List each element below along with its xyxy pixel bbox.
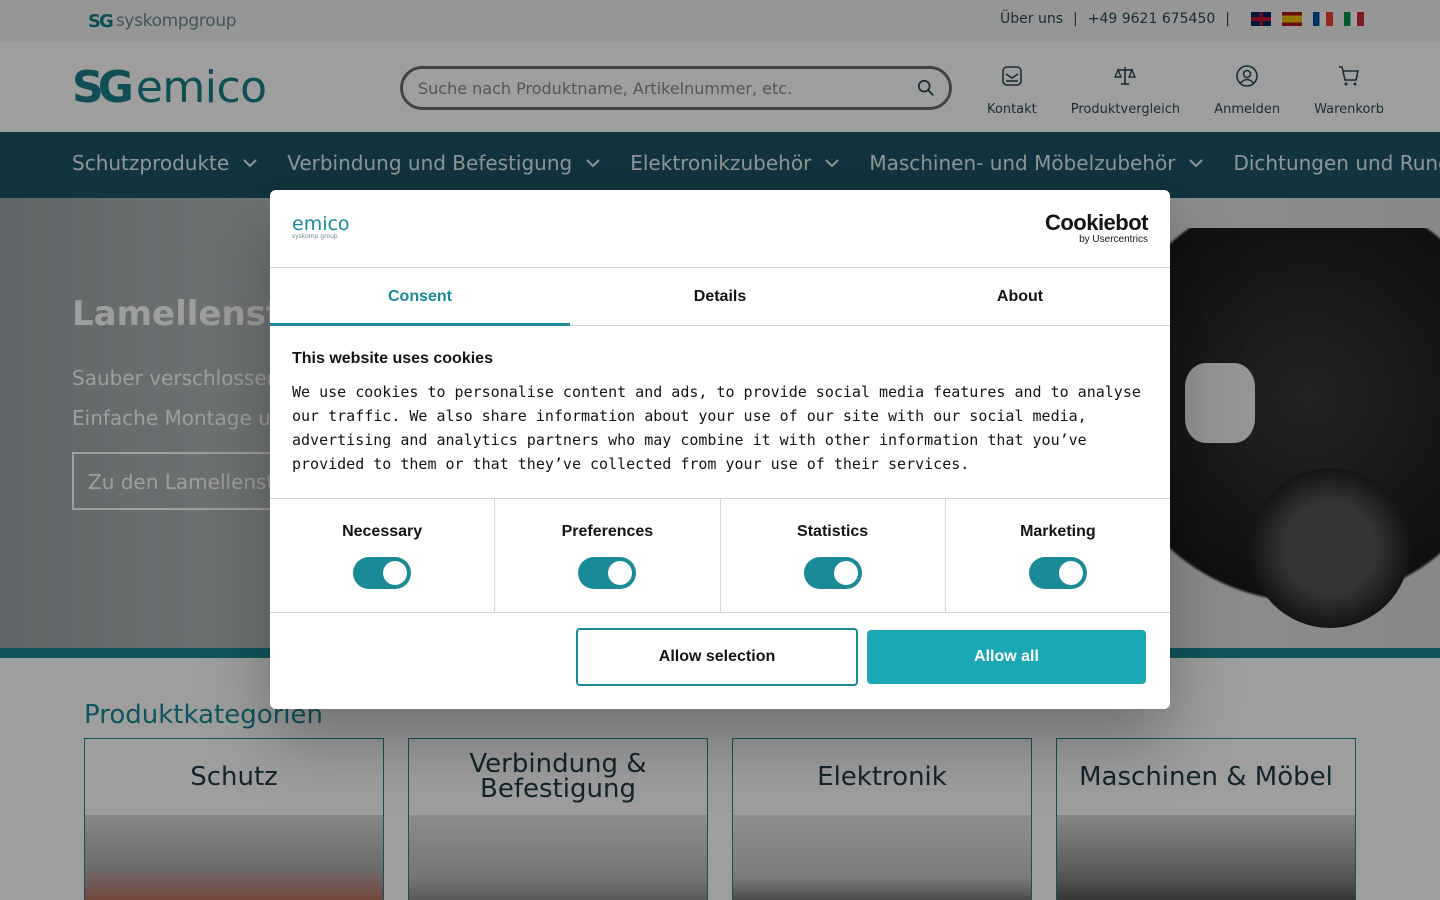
preferences-toggle[interactable]: [578, 557, 637, 589]
toggle-cell-preferences: Preferences: [495, 499, 721, 612]
marketing-toggle[interactable]: [1028, 557, 1087, 589]
toggle-cell-statistics: Statistics: [721, 499, 946, 612]
toggle-knob: [1058, 561, 1083, 585]
toggle-knob: [833, 561, 858, 585]
necessary-toggle[interactable]: [353, 557, 412, 589]
cookie-consent-dialog: emico syskomp group Cookiebot by Usercen…: [270, 190, 1170, 709]
cookiebot-name: Cookiebot: [1044, 210, 1149, 235]
toggle-label: Preferences: [561, 523, 654, 540]
active-tab-indicator: [270, 323, 570, 326]
dialog-description: We use cookies to personalise content an…: [292, 383, 1141, 473]
toggle-label: Necessary: [342, 523, 423, 540]
toggle-label: Statistics: [797, 523, 869, 540]
dialog-logo-word: emico: [292, 213, 350, 235]
dialog-emico-logo: emico syskomp group: [292, 213, 350, 241]
dialog-body: This website uses cookies We use cookies…: [270, 326, 1170, 499]
cookiebot-logo[interactable]: Cookiebot by Usercentrics: [1044, 210, 1149, 246]
toggle-knob: [383, 561, 408, 585]
cookiebot-by: by Usercentrics: [1079, 234, 1148, 245]
tab-details[interactable]: Details: [570, 268, 870, 325]
consent-toggles: Necessary Preferences Statistics Marketi…: [270, 499, 1170, 613]
tab-consent[interactable]: Consent: [270, 268, 570, 325]
dialog-title: This website uses cookies: [292, 350, 493, 367]
toggle-label: Marketing: [1020, 523, 1096, 540]
toggle-cell-necessary: Necessary: [270, 499, 496, 612]
dialog-actions: Allow selection Allow all: [270, 628, 1170, 709]
tab-about[interactable]: About: [870, 268, 1170, 325]
toggle-knob: [608, 561, 633, 585]
allow-selection-button[interactable]: Allow selection: [576, 628, 858, 686]
dialog-tabs: Consent Details About: [270, 268, 1170, 326]
statistics-toggle[interactable]: [803, 557, 862, 589]
toggle-cell-marketing: Marketing: [946, 499, 1170, 612]
allow-all-button[interactable]: Allow all: [867, 630, 1146, 684]
dialog-header: emico syskomp group Cookiebot by Usercen…: [270, 190, 1170, 268]
